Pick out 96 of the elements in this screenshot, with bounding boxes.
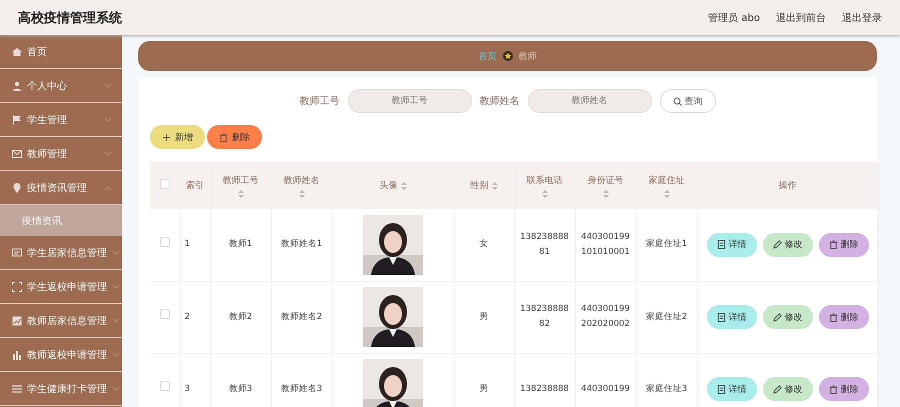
menu-item[interactable]: 学生健康打卡管理 — [0, 372, 122, 406]
sort-icon — [542, 190, 548, 198]
header-link[interactable]: 退出登录 — [842, 10, 882, 24]
table-cell: 13823888882 — [520, 304, 569, 329]
plus-icon — [162, 132, 171, 142]
document-icon — [716, 312, 726, 322]
pencil-icon — [772, 240, 782, 250]
table-cell: 440300199 — [581, 384, 630, 394]
detail-button[interactable]: 详情 — [706, 305, 756, 329]
edit-button[interactable]: 修改 — [762, 377, 812, 401]
column-header[interactable]: 教师姓名 — [284, 174, 320, 186]
column-header[interactable]: 操作 — [778, 179, 796, 192]
table-cell: 家庭住址3 — [646, 384, 688, 394]
pencil-icon — [772, 384, 782, 394]
trash-icon — [219, 132, 228, 142]
search-button[interactable]: 查询 — [660, 89, 716, 113]
table-cell: 138238888 — [520, 384, 569, 394]
search-field[interactable]: 教师工号 — [348, 89, 472, 113]
column-header[interactable]: 头像 — [380, 179, 398, 192]
column-header[interactable]: 家庭住址 — [648, 174, 684, 186]
sort-icon — [602, 190, 608, 198]
location-pin-icon — [12, 182, 22, 192]
detail-button[interactable]: 详情 — [706, 232, 756, 257]
menu-item[interactable]: 教师管理 — [0, 137, 122, 171]
header-link[interactable]: 退出到前台 — [776, 10, 826, 24]
header-link[interactable]: 管理员 abo — [708, 10, 760, 24]
pencil-icon — [772, 312, 782, 322]
table-cell: 1 — [184, 239, 190, 250]
document-icon — [716, 240, 726, 250]
table-cell: 男 — [480, 312, 488, 322]
chart-icon — [12, 316, 22, 326]
column-header[interactable]: 教师工号 — [222, 174, 258, 186]
sort-icon — [238, 190, 244, 198]
table-cell: 教师1 — [228, 239, 252, 250]
envelope-icon — [12, 148, 22, 158]
list-icon — [12, 384, 22, 394]
home-icon — [12, 46, 22, 56]
table-cell: 教师姓名1 — [280, 239, 322, 250]
delete-button[interactable]: 删除 — [818, 232, 868, 257]
column-header[interactable]: 性别 — [470, 179, 488, 192]
menu-item[interactable]: 教师居家信息管理 — [0, 304, 122, 338]
sort-icon — [298, 190, 304, 198]
column-header[interactable]: 身份证号 — [588, 174, 624, 186]
edit-button[interactable]: 修改 — [762, 305, 812, 329]
delete-button[interactable]: 删除 — [818, 305, 868, 329]
table-cell: 3 — [184, 384, 190, 394]
add-button[interactable]: 新增 — [150, 125, 205, 149]
column-header[interactable]: 索引 — [186, 179, 204, 192]
sort-icon — [664, 190, 670, 198]
table-cell: 男 — [480, 384, 488, 394]
checkbox[interactable] — [160, 309, 170, 319]
document-icon — [716, 384, 726, 394]
table-cell: 教师2 — [228, 312, 252, 322]
edit-button[interactable]: 修改 — [762, 232, 812, 257]
table-cell: 教师姓名2 — [280, 312, 322, 322]
column-header[interactable]: 联系电话 — [526, 174, 562, 186]
table-cell: 440300199202020002 — [581, 304, 630, 329]
delete-button[interactable]: 删除 — [207, 125, 262, 149]
star-icon — [502, 51, 512, 61]
table-cell: 13823888881 — [520, 232, 569, 257]
table-cell: 家庭住址1 — [646, 239, 688, 250]
checkbox[interactable] — [160, 381, 170, 391]
flag-icon — [12, 114, 22, 124]
trash-icon — [828, 384, 838, 394]
app-title: 高校疫情管理系统 — [18, 10, 122, 26]
field-label: 教师工号 — [300, 95, 340, 108]
menu-item[interactable]: 首页 — [0, 35, 122, 69]
person-icon — [12, 80, 22, 90]
chat-icon — [12, 248, 22, 258]
table-cell: 女 — [480, 239, 488, 250]
delete-button[interactable]: 删除 — [818, 377, 868, 401]
table-cell: 2 — [184, 312, 190, 322]
trash-icon — [828, 240, 838, 250]
checkbox[interactable] — [160, 236, 170, 247]
search-field[interactable]: 教师姓名 — [528, 89, 652, 113]
sort-icon — [492, 182, 498, 190]
menu-item[interactable]: 学生居家信息管理 — [0, 236, 122, 270]
table-cell: 家庭住址2 — [646, 312, 688, 322]
sort-icon — [400, 182, 406, 190]
field-label: 教师姓名 — [480, 95, 520, 108]
search-icon — [672, 96, 682, 106]
submenu-item[interactable]: 疫情资讯 — [0, 205, 122, 236]
menu-item[interactable]: 学生管理 — [0, 103, 122, 137]
trash-icon — [828, 312, 838, 322]
breadcrumb-link[interactable]: 首页 — [478, 50, 496, 62]
detail-button[interactable]: 详情 — [706, 377, 756, 401]
breadcrumb-link[interactable]: 教师 — [518, 50, 536, 62]
menu-item[interactable]: 个人中心 — [0, 69, 122, 103]
bar-chart-icon — [12, 350, 22, 360]
table-cell: 教师3 — [228, 384, 252, 394]
table-cell: 440300199101010001 — [581, 232, 630, 257]
menu-item[interactable]: 教师返校申请管理 — [0, 338, 122, 372]
frame-icon — [12, 282, 22, 292]
table-cell: 教师姓名3 — [280, 384, 322, 394]
checkbox[interactable] — [160, 179, 170, 189]
menu-item[interactable]: 学生返校申请管理 — [0, 270, 122, 304]
